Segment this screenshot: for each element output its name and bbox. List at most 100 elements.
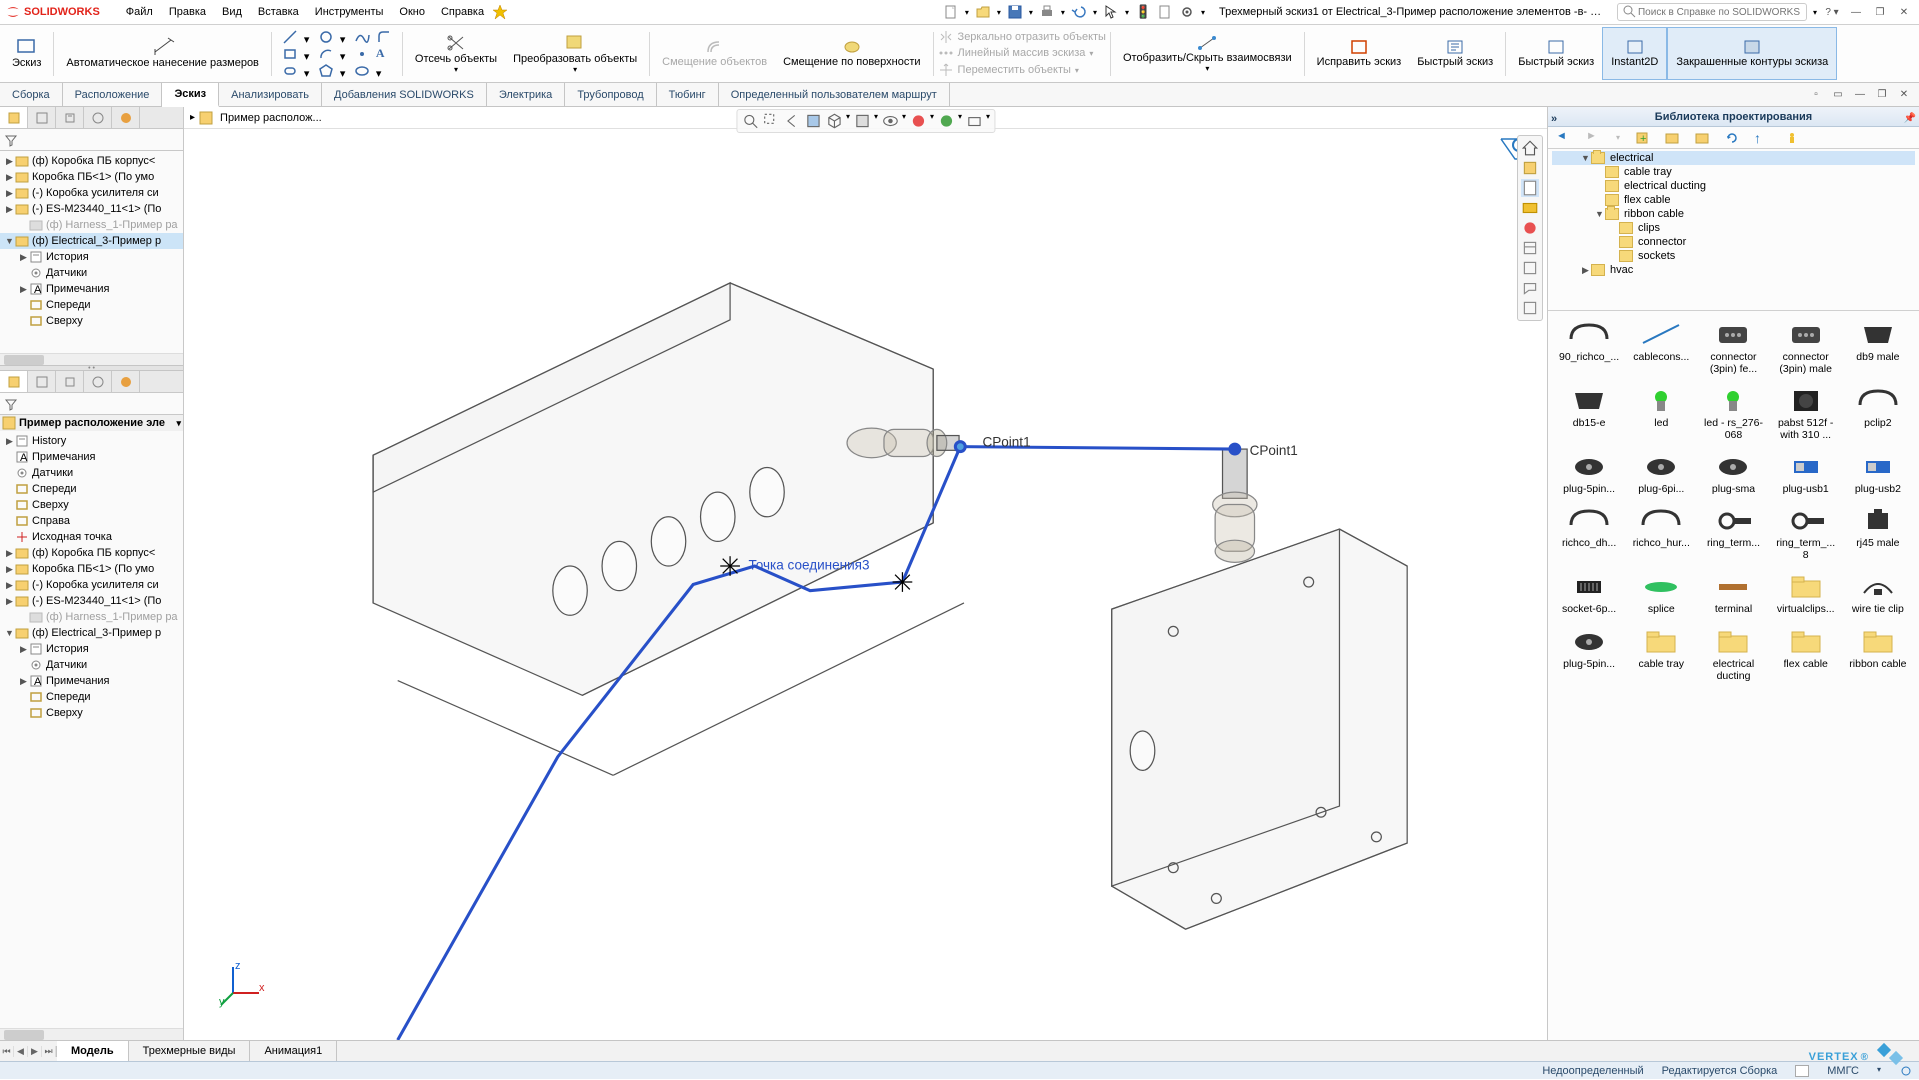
tree-row[interactable]: ▶Коробка ПБ<1> (По умо [0, 561, 183, 577]
forum-icon[interactable] [1521, 279, 1539, 297]
search-box[interactable] [1617, 3, 1807, 21]
library-grid[interactable]: 90_richco_...cablecons...connector (3pin… [1554, 317, 1913, 684]
feature-tree-bottom[interactable]: ▶HistoryAПримечанияДатчикиСпередиСверхуС… [0, 431, 183, 1028]
options-doc-icon[interactable] [1157, 4, 1173, 20]
doc-minimize-button[interactable]: — [1851, 88, 1869, 102]
lib-item[interactable]: cable tray [1626, 624, 1696, 684]
lib-item[interactable]: splice [1626, 569, 1696, 617]
hide-show-icon[interactable] [881, 112, 899, 130]
prev-view-icon[interactable] [783, 112, 801, 130]
tree-root-label[interactable]: Пример расположение эле▾ [0, 415, 183, 431]
tree-row[interactable]: ▶Коробка ПБ<1> (По умо [0, 169, 183, 185]
menu-окно[interactable]: Окно [391, 6, 433, 18]
tree-row[interactable]: Спереди [0, 481, 183, 497]
print-icon[interactable] [1039, 4, 1055, 20]
new-folder-icon[interactable] [1694, 130, 1710, 146]
lib-item[interactable]: flex cable [1771, 624, 1841, 684]
back-icon[interactable]: ◄ [1556, 130, 1572, 146]
search-input[interactable] [1638, 7, 1802, 18]
tab-0[interactable]: Сборка [0, 83, 63, 106]
shaded-contours-button[interactable]: Закрашенные контуры эскиза [1667, 27, 1837, 80]
lib-tree-item[interactable]: clips [1552, 221, 1915, 235]
help-star-icon[interactable] [492, 4, 508, 20]
lib-item[interactable]: db15-e [1554, 383, 1624, 443]
property-tab[interactable] [28, 107, 56, 128]
undo-icon[interactable] [1071, 4, 1087, 20]
tree-row[interactable]: Сверху [0, 313, 183, 329]
lib-item[interactable]: plug-sma [1698, 449, 1768, 497]
fillet-icon[interactable] [376, 29, 392, 45]
doc-close-button[interactable]: ✕ [1895, 88, 1913, 102]
section-icon[interactable] [804, 112, 822, 130]
help-dropdown[interactable]: ? ▾ [1823, 5, 1841, 19]
sketch-button[interactable]: Эскиз [4, 27, 49, 80]
lib-item[interactable]: electrical ducting [1698, 624, 1768, 684]
spline-icon[interactable] [354, 29, 370, 45]
tab-8[interactable]: Определенный пользователем маршрут [719, 83, 950, 106]
restore-button[interactable]: ❐ [1871, 5, 1889, 19]
tree-row[interactable]: ▼(ф) Electrical_3-Пример р [0, 625, 183, 641]
ellipse-icon[interactable] [354, 63, 370, 79]
pin-icon[interactable]: 📌 [1904, 109, 1916, 129]
bottom-tab-0[interactable]: Модель [57, 1041, 129, 1061]
tree-row[interactable]: Датчики [0, 465, 183, 481]
scene-icon[interactable] [937, 112, 955, 130]
menu-вид[interactable]: Вид [214, 6, 250, 18]
line-icon[interactable] [282, 29, 298, 45]
close-button[interactable]: ✕ [1895, 5, 1913, 19]
explorer-icon[interactable] [1521, 199, 1539, 217]
smart-dimension-button[interactable]: Автоматическое нанесение размеров [58, 27, 266, 80]
instant2d-button[interactable]: Instant2D [1602, 27, 1667, 80]
tree-row[interactable]: ▶(ф) Коробка ПБ корпус< [0, 545, 183, 561]
tab-6[interactable]: Трубопровод [565, 83, 656, 106]
tree-row[interactable]: ▶История [0, 641, 183, 657]
tree-row[interactable]: Исходная точка [0, 529, 183, 545]
trim-button[interactable]: Отсечь объекты▾ [407, 27, 505, 80]
tab-nav[interactable]: ⏮◀▶⏭ [0, 1046, 57, 1057]
graphics-area[interactable]: ▸ Пример располож... ▾ ▾ ▾ ▾ ▾ ▾ [184, 107, 1547, 1040]
view-orient-icon[interactable] [825, 112, 843, 130]
library-icon[interactable] [1521, 179, 1539, 197]
rebuild-icon[interactable]: 🚦 [1135, 4, 1151, 20]
repair-button[interactable]: Исправить эскиз [1309, 27, 1410, 80]
bottom-tab-1[interactable]: Трехмерные виды [129, 1041, 251, 1061]
lib-item[interactable]: ring_term_... 8 [1771, 503, 1841, 563]
tree-row[interactable]: Справа [0, 513, 183, 529]
rect-icon[interactable] [282, 46, 298, 62]
display-tab-2[interactable] [112, 371, 140, 392]
lib-item[interactable]: pabst 512f - with 310 ... [1771, 383, 1841, 443]
lib-item[interactable]: ribbon cable [1843, 624, 1913, 684]
menu-справка[interactable]: Справка [433, 6, 492, 18]
lib-item[interactable]: db9 male [1843, 317, 1913, 377]
lib-item[interactable]: connector (3pin) fe... [1698, 317, 1768, 377]
zoom-area-icon[interactable] [762, 112, 780, 130]
lib-item[interactable]: richco_dh... [1554, 503, 1624, 563]
extra-icon[interactable] [1521, 299, 1539, 317]
rapid-sketch-button-2[interactable]: Быстрый эскиз [1510, 27, 1602, 80]
show-relations-button[interactable]: Отобразить/Скрыть взаимосвязи▾ [1115, 27, 1300, 80]
tree-row[interactable]: ▶История [0, 249, 183, 265]
viewport-multi-icon[interactable]: ▭ [1829, 88, 1847, 102]
tree-row[interactable]: ▶(-) ES-M23440_11<1> (По [0, 593, 183, 609]
doc-restore-button[interactable]: ❐ [1873, 88, 1891, 102]
tab-7[interactable]: Тюбинг [657, 83, 719, 106]
arc-icon[interactable] [318, 46, 334, 62]
dimxpert-tab-2[interactable] [84, 371, 112, 392]
display-tab[interactable] [112, 107, 140, 128]
lib-item[interactable]: cablecons... [1626, 317, 1696, 377]
view-palette-icon[interactable] [1521, 219, 1539, 237]
lib-item[interactable]: rj45 male [1843, 503, 1913, 563]
bottom-tab-2[interactable]: Анимация1 [250, 1041, 337, 1061]
lib-item[interactable]: pclip2 [1843, 383, 1913, 443]
lib-item[interactable]: wire tie clip [1843, 569, 1913, 617]
menu-правка[interactable]: Правка [161, 6, 214, 18]
tree-row[interactable]: (ф) Harness_1-Пример ра [0, 217, 183, 233]
lib-tree-item[interactable]: flex cable [1552, 193, 1915, 207]
circle-icon[interactable] [318, 29, 334, 45]
lib-item[interactable]: terminal [1698, 569, 1768, 617]
tree-row[interactable]: ▶AПримечания [0, 673, 183, 689]
zoom-fit-icon[interactable] [741, 112, 759, 130]
lib-tree-item[interactable]: cable tray [1552, 165, 1915, 179]
select-icon[interactable] [1103, 4, 1119, 20]
property-tab-2[interactable] [28, 371, 56, 392]
